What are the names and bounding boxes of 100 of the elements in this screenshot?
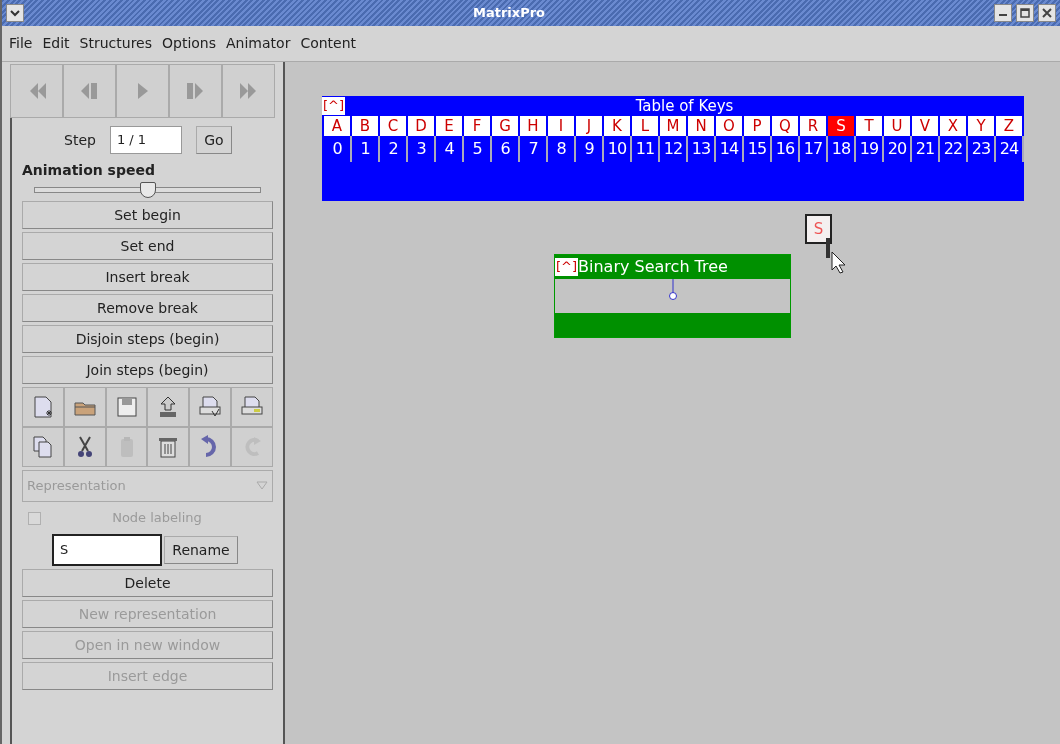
panel-title: Table of Keys <box>634 95 735 117</box>
key-cell[interactable]: D <box>408 116 434 136</box>
index-label: 13 <box>688 136 716 162</box>
index-label: 6 <box>492 136 520 162</box>
rename-button[interactable]: Rename <box>164 536 238 564</box>
slider-thumb[interactable] <box>139 182 156 198</box>
key-cell[interactable]: P <box>744 116 770 136</box>
maximize-icon <box>1020 8 1030 18</box>
index-label: 17 <box>800 136 828 162</box>
node-labeling-label: Node labeling <box>111 509 203 528</box>
index-label: 23 <box>968 136 996 162</box>
key-cell[interactable]: I <box>548 116 574 136</box>
key-cell[interactable]: Y <box>968 116 994 136</box>
key-cell[interactable]: A <box>324 116 350 136</box>
toolbar-button[interactable] <box>105 387 148 427</box>
action-button[interactable]: Delete <box>22 569 273 597</box>
menu-item[interactable]: Structures <box>74 33 157 54</box>
key-cell[interactable]: G <box>492 116 518 136</box>
step-field[interactable]: 1 / 1 <box>109 126 182 154</box>
key-cell[interactable]: O <box>716 116 742 136</box>
index-label: 18 <box>828 136 856 162</box>
key-cell[interactable]: E <box>436 116 462 136</box>
index-label: 5 <box>464 136 492 162</box>
index-label: 21 <box>912 136 940 162</box>
panel-title: Binary Search Tree <box>578 256 728 278</box>
menu-item[interactable]: Options <box>157 33 221 54</box>
index-label: 0 <box>324 136 352 162</box>
toolbar-button[interactable] <box>22 427 64 467</box>
key-cell[interactable]: Q <box>772 116 798 136</box>
key-cell[interactable]: U <box>884 116 910 136</box>
window-menu-button[interactable] <box>6 4 24 22</box>
key-cell[interactable]: R <box>800 116 826 136</box>
key-cell[interactable]: T <box>856 116 882 136</box>
printer-icon <box>198 395 223 419</box>
menu-item[interactable]: Animator <box>221 33 296 54</box>
toolbar-button[interactable] <box>189 387 232 427</box>
index-label: 10 <box>604 136 632 162</box>
toolbar-button[interactable] <box>189 427 232 467</box>
key-cell[interactable]: F <box>464 116 490 136</box>
key-cell[interactable]: J <box>576 116 602 136</box>
minimize-button[interactable] <box>994 4 1012 22</box>
key-cell[interactable]: H <box>520 116 546 136</box>
close-button[interactable] <box>1038 4 1056 22</box>
dropdown-arrow-icon <box>256 480 268 492</box>
key-cell[interactable]: L <box>632 116 658 136</box>
step-button[interactable]: Insert break <box>22 263 273 291</box>
index-label: 2 <box>380 136 408 162</box>
close-icon <box>1042 8 1052 18</box>
index-label: 22 <box>940 136 968 162</box>
root-pointer-icon <box>667 279 678 301</box>
toolbar-button[interactable] <box>63 387 106 427</box>
key-cell[interactable]: N <box>688 116 714 136</box>
step-button[interactable]: Disjoin steps (begin) <box>22 325 273 353</box>
index-label: 15 <box>744 136 772 162</box>
copy-icon <box>30 435 55 459</box>
media-button[interactable] <box>169 64 222 118</box>
key-cell[interactable]: Z <box>996 116 1022 136</box>
media-button[interactable] <box>116 64 169 118</box>
media-button[interactable] <box>63 64 116 118</box>
menu-item[interactable]: Content <box>295 33 362 54</box>
index-label: 19 <box>856 136 884 162</box>
index-label: 9 <box>576 136 604 162</box>
toolbar-button[interactable] <box>231 387 273 427</box>
step-button[interactable]: Remove break <box>22 294 273 322</box>
key-cell[interactable]: M <box>660 116 686 136</box>
key-cell[interactable]: V <box>912 116 938 136</box>
index-label: 11 <box>632 136 660 162</box>
window-title: MatrixPro <box>471 4 546 23</box>
key-cell[interactable]: S <box>828 116 854 136</box>
key-cell[interactable]: C <box>380 116 406 136</box>
step-button[interactable]: Set begin <box>22 201 273 229</box>
menu-item[interactable]: Edit <box>37 33 75 54</box>
dragged-key[interactable]: S <box>805 214 832 244</box>
key-cell[interactable]: X <box>940 116 966 136</box>
media-button[interactable] <box>222 64 275 118</box>
step-label: Step <box>64 130 96 150</box>
index-label: 3 <box>408 136 436 162</box>
key-cell[interactable]: K <box>604 116 630 136</box>
toolbar-button[interactable] <box>147 387 190 427</box>
menu-item[interactable]: File <box>4 33 38 54</box>
collapse-handle[interactable]: [^] <box>322 97 346 115</box>
toolbar-button[interactable] <box>22 387 64 427</box>
step-button[interactable]: Set end <box>22 232 273 260</box>
name-field[interactable]: S <box>52 534 162 566</box>
maximize-button[interactable] <box>1016 4 1034 22</box>
key-cell[interactable]: B <box>352 116 378 136</box>
index-label: 14 <box>716 136 744 162</box>
step-button[interactable]: Join steps (begin) <box>22 356 273 384</box>
go-button[interactable]: Go <box>195 126 232 154</box>
index-label: 12 <box>660 136 688 162</box>
toolbar-button[interactable] <box>63 427 106 467</box>
index-label: 16 <box>772 136 800 162</box>
animation-speed-label: Animation speed <box>22 161 156 180</box>
index-label: 4 <box>436 136 464 162</box>
index-label: 8 <box>548 136 576 162</box>
toolbar-button[interactable] <box>147 427 190 467</box>
collapse-handle[interactable]: [^] <box>555 258 579 276</box>
media-button[interactable] <box>10 64 63 118</box>
index-label: 24 <box>996 136 1024 162</box>
chevron-icon <box>10 9 20 17</box>
